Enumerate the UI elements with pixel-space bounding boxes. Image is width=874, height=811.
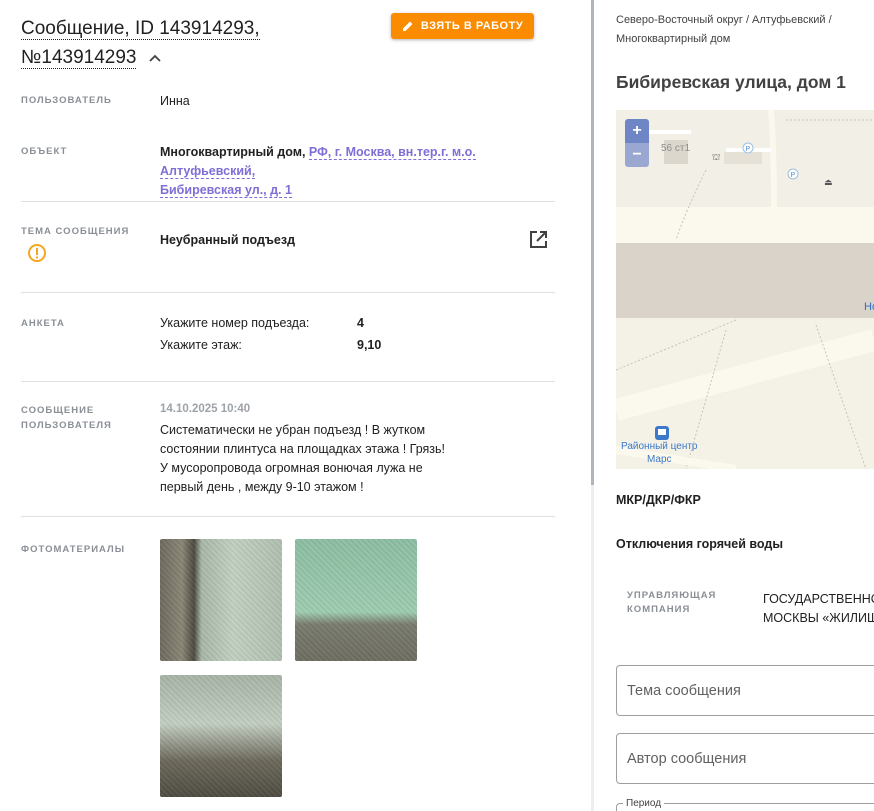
photo-thumbnail[interactable] — [160, 675, 282, 797]
management-company-value: ГОСУДАРСТВЕННО МОСКВЫ «ЖИЛИЩ — [763, 590, 874, 628]
author-filter-placeholder: Автор сообщения — [627, 750, 747, 767]
svg-text:⏏: ⏏ — [824, 178, 833, 188]
object-side-panel: Северо-Восточный округ / Алтуфьевский / … — [594, 0, 874, 811]
svg-text:P: P — [746, 146, 751, 153]
map-edge-label: Но — [864, 301, 874, 313]
photos-label: ФОТОМАТЕРИАЛЫ — [21, 544, 126, 555]
object-label: ОБЪЕКТ — [21, 146, 68, 157]
management-company-label-line1: УПРАВЛЯЮЩАЯ — [627, 590, 717, 601]
message-line: Систематически не убран подъезд ! В жутк… — [160, 423, 426, 437]
map-building-label: 56 ст1 — [661, 143, 691, 154]
object-address-link-2[interactable]: Бибиревская ул., д. 1 — [160, 183, 292, 198]
management-company-value-line2: МОСКВЫ «ЖИЛИЩ — [763, 611, 874, 625]
survey-label: АНКЕТА — [21, 318, 65, 329]
message-title[interactable]: Сообщение, ID 143914293, №143914293 — [21, 14, 371, 72]
survey-question: Укажите номер подъезда: — [160, 316, 310, 330]
topic-filter-field[interactable]: Тема сообщения — [616, 665, 874, 716]
period-filter-field[interactable]: Период — [616, 798, 874, 811]
author-filter-field[interactable]: Автор сообщения — [616, 733, 874, 784]
divider — [21, 381, 555, 382]
user-label: ПОЛЬЗОВАТЕЛЬ — [21, 95, 112, 106]
take-to-work-label: ВЗЯТЬ В РАБОТУ — [420, 20, 524, 32]
divider — [21, 292, 555, 293]
hot-water-section-title[interactable]: Отключения горячей воды — [616, 537, 783, 551]
survey-question: Укажите этаж: — [160, 338, 242, 352]
user-message-label: СООБЩЕНИЕ ПОЛЬЗОВАТЕЛЯ — [21, 403, 112, 433]
user-value: Инна — [160, 94, 190, 108]
object-value: Многоквартирный дом, РФ, г. Москва, вн.т… — [160, 143, 560, 200]
photo-thumbnail[interactable] — [295, 539, 417, 661]
warning-icon — [28, 244, 46, 262]
zoom-out-button[interactable]: − — [625, 143, 649, 167]
object-type: Многоквартирный дом, — [160, 145, 306, 159]
map-zoom-control: + − — [625, 119, 649, 167]
management-company-label: УПРАВЛЯЮЩАЯ КОМПАНИЯ — [627, 589, 716, 617]
mkr-section-title[interactable]: МКР/ДКР/ФКР — [616, 493, 701, 507]
map[interactable]: P P ⛫ ⏏ + − 56 ст1 Но Районный центр Мар… — [616, 110, 874, 469]
svg-text:P: P — [791, 172, 796, 179]
survey-answer: 4 — [357, 316, 364, 330]
period-filter-label: Период — [623, 798, 665, 809]
breadcrumb-line1: Северо-Восточный округ / Алтуфьевский / — [616, 14, 832, 26]
zoom-in-button[interactable]: + — [625, 119, 649, 143]
survey-answer: 9,10 — [357, 338, 382, 352]
topic-value: Неубранный подъезд — [160, 233, 296, 247]
message-line: состоянии плинтуса на площадках этажа ! … — [160, 442, 446, 456]
photo-thumbnail[interactable] — [160, 539, 282, 661]
topic-filter-placeholder: Тема сообщения — [627, 682, 741, 699]
svg-text:⛫: ⛫ — [712, 153, 720, 163]
take-to-work-button[interactable]: ВЗЯТЬ В РАБОТУ — [391, 13, 534, 39]
message-title-line2: №143914293 — [21, 47, 137, 69]
management-company-label-line2: КОМПАНИЯ — [627, 604, 691, 615]
breadcrumb: Северо-Восточный округ / Алтуфьевский / … — [616, 11, 866, 49]
map-poi-line1: Районный центр — [621, 441, 698, 452]
message-line: первый день , между 9-10 этажом ! — [160, 480, 364, 494]
map-poi-line2: Марс — [646, 454, 672, 465]
breadcrumb-line2: Многоквартирный дом — [616, 33, 731, 45]
object-address: Бибиревская улица, дом 1 — [616, 72, 846, 92]
map-poi-label[interactable]: Районный центр Марс — [621, 440, 697, 466]
open-external-icon[interactable] — [528, 229, 549, 250]
management-company-value-line1: ГОСУДАРСТВЕННО — [763, 592, 874, 606]
user-message-label-line2: ПОЛЬЗОВАТЕЛЯ — [21, 420, 112, 431]
pencil-icon — [402, 21, 413, 31]
map-canvas: P P ⛫ ⏏ — [616, 110, 874, 469]
chevron-up-icon[interactable] — [146, 51, 164, 65]
message-title-line1: Сообщение, ID 143914293, — [21, 18, 260, 40]
divider — [21, 201, 555, 202]
message-text: Систематически не убран подъезд ! В жутк… — [160, 421, 460, 497]
divider — [21, 516, 555, 517]
message-detail-panel: Сообщение, ID 143914293, №143914293 ВЗЯТ… — [0, 0, 590, 811]
topic-label: ТЕМА СООБЩЕНИЯ — [21, 226, 130, 237]
message-line: У мусоропровода огромная вонючая лужа не — [160, 461, 423, 475]
message-date: 14.10.2025 10:40 — [160, 403, 251, 415]
user-message-label-line1: СООБЩЕНИЕ — [21, 405, 95, 416]
